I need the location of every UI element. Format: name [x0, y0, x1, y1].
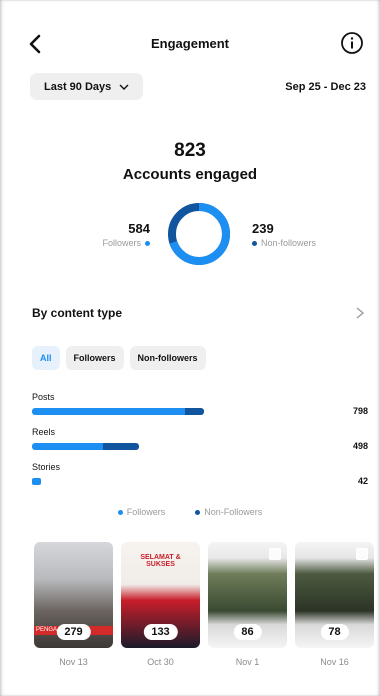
chip-all[interactable]: All: [32, 346, 60, 370]
post-item: 78 Nov 16: [295, 542, 374, 667]
post-engagement-count: 78: [320, 624, 349, 640]
header: Engagement: [0, 26, 380, 62]
post-item: PENGA HAN L 279 Nov 13: [34, 542, 113, 667]
legend-followers-label: Followers: [126, 507, 166, 517]
post-date: Nov 13: [59, 657, 88, 667]
bar-label: Posts: [32, 392, 55, 402]
top-posts-row: PENGA HAN L 279 Nov 13 SELAMAT & SUKSES …: [34, 542, 374, 667]
post-heading-text: SELAMAT & SUKSES: [140, 554, 181, 568]
followers-dot: [145, 240, 150, 246]
bar-followers-segment: [32, 478, 41, 485]
chevron-right-icon[interactable]: [354, 306, 366, 320]
date-range-text: Sep 25 - Dec 23: [285, 81, 366, 93]
bar-value: 498: [352, 441, 368, 451]
non-followers-dot: [252, 240, 257, 246]
page-title: Engagement: [150, 36, 229, 51]
followers-label: Followers: [102, 238, 141, 248]
bar-row-posts: Posts 798: [32, 392, 368, 416]
post-thumbnail[interactable]: 86: [208, 542, 287, 648]
legend-non-followers: Non-Followers: [195, 507, 262, 517]
engagement-donut-chart: [168, 203, 230, 265]
accounts-engaged-count: 823: [174, 140, 206, 161]
post-engagement-count: 86: [233, 624, 262, 640]
multi-image-icon: [269, 548, 281, 560]
post-date: Oct 30: [147, 657, 174, 667]
content-filter-chips: All Followers Non-followers: [32, 346, 206, 370]
chevron-down-icon: [119, 84, 129, 90]
bar-followers-segment: [32, 443, 103, 450]
post-engagement-count: 279: [56, 624, 91, 640]
bar-track: [32, 408, 204, 415]
post-item: SELAMAT & SUKSES 133 Oct 30: [121, 542, 200, 667]
post-thumbnail[interactable]: 78: [295, 542, 374, 648]
bar-label: Stories: [32, 462, 61, 472]
legend-followers-dot: [117, 509, 123, 515]
post-engagement-count: 133: [143, 624, 178, 640]
post-item: 86 Nov 1: [208, 542, 287, 667]
legend-followers: Followers: [117, 507, 166, 517]
bar-value: 798: [352, 406, 368, 416]
bar-row-stories: Stories 42: [32, 462, 368, 486]
bar-non-followers-segment: [185, 408, 204, 415]
chip-non-followers[interactable]: Non-followers: [129, 346, 206, 370]
date-range-dropdown[interactable]: Last 90 Days: [30, 73, 143, 100]
followers-stat: 584 Followers: [90, 221, 150, 248]
bar-followers-segment: [32, 408, 186, 415]
post-date: Nov 16: [320, 657, 349, 667]
multi-image-icon: [356, 548, 368, 560]
chip-followers[interactable]: Followers: [65, 346, 124, 370]
legend-non-followers-dot: [195, 509, 201, 515]
non-followers-stat: 239 Non-followers: [252, 221, 342, 248]
bar-row-reels: Reels 498: [32, 427, 368, 451]
date-range-label: Last 90 Days: [44, 80, 112, 93]
non-followers-count: 239: [252, 221, 274, 236]
bar-track: [32, 478, 41, 485]
content-type-title: By content type: [32, 306, 123, 320]
bar-track: [32, 443, 139, 450]
post-thumbnail[interactable]: SELAMAT & SUKSES 133: [121, 542, 200, 648]
info-button[interactable]: [340, 31, 364, 55]
non-followers-label: Non-followers: [261, 238, 317, 248]
bar-value: 42: [357, 476, 368, 486]
accounts-engaged-label: Accounts engaged: [122, 166, 258, 183]
legend-non-followers-label: Non-Followers: [204, 507, 263, 517]
post-date: Nov 1: [235, 657, 260, 667]
chart-legend: Followers Non-Followers: [0, 507, 380, 517]
engagement-screen: Engagement Last 90 Days Sep 25 - Dec 23 …: [0, 0, 380, 696]
info-icon: [341, 32, 363, 54]
bar-non-followers-segment: [102, 443, 139, 450]
bar-label: Reels: [32, 427, 56, 437]
followers-count: 584: [128, 221, 150, 236]
post-thumbnail[interactable]: PENGA HAN L 279: [34, 542, 113, 648]
